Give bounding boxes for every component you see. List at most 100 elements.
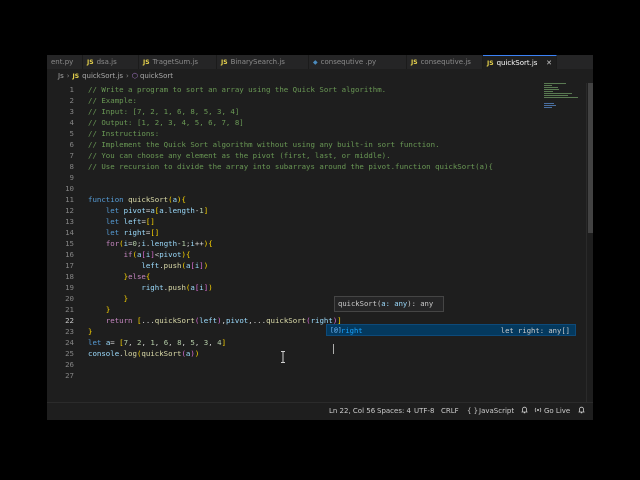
code-text: return [...quickSort(left),pivot,...quic… [105,316,342,325]
code-line[interactable]: 5 // Instructions: [47,128,593,139]
code-text: // Implement the Quick Sort algorithm wi… [88,140,440,149]
code-line[interactable]: 18 }else{ [47,271,593,282]
breadcrumb-folder[interactable]: Js [58,72,64,80]
code-editor[interactable]: 1 // Write a program to sort an array usi… [47,83,593,402]
breadcrumb-file[interactable]: quickSort.js [82,72,123,80]
code-line[interactable]: 17 left.push(a[i]) [47,260,593,271]
line-number: 4 [69,118,74,127]
autocomplete-suggestion[interactable]: [@] right let right: any[] [326,324,576,336]
javascript-file-icon: JS [143,59,150,66]
code-line[interactable]: 6 // Implement the Quick Sort algorithm w… [47,139,593,150]
code-text: } [123,294,129,303]
notifications-bell-icon[interactable] [578,403,585,420]
code-line[interactable]: 24 let a= [7, 2, 1, 6, 8, 5, 3, 4] [47,337,593,348]
breadcrumb-symbol[interactable]: quickSort [140,72,173,80]
line-number: 27 [65,371,74,380]
code-line[interactable]: 3 // Input: [7, 2, 1, 6, 8, 5, 3, 4] [47,106,593,117]
text-cursor [333,344,334,354]
code-line[interactable]: 25 console.log(quickSort(a)) [47,348,593,359]
language-mode[interactable]: JavaScript [479,403,514,420]
code-text: // You can choose any element as the piv… [88,151,391,160]
suggestion-label: right [341,326,363,335]
tab-ent-py[interactable]: ent.py [47,55,83,69]
suggestion-detail: let right: any[] [500,326,570,335]
javascript-file-icon: JS [411,59,418,66]
code-text: if(a[i]<pivot){ [123,250,191,259]
code-text: let a= [7, 2, 1, 6, 8, 5, 3, 4] [88,338,227,347]
line-number: 14 [65,228,74,237]
vscode-window: ent.py JS dsa.js JS TragetSum.js JS BinaryS… [47,55,593,420]
line-number: 21 [65,305,74,314]
line-number: 10 [65,184,74,193]
tab-consequtive-py[interactable]: ◆ consequtive .py [309,55,407,69]
javascript-file-icon: JS [487,60,494,67]
vertical-scrollbar[interactable] [586,83,593,402]
line-number: 17 [65,261,74,270]
code-line[interactable]: 4 // Output: [1, 2, 3, 4, 5, 6, 7, 8] [47,117,593,128]
code-line[interactable]: 13 let left=[] [47,216,593,227]
line-number: 19 [65,283,74,292]
tab-quicksort-js[interactable]: JS quickSort.js ✕ [483,55,557,69]
tab-targetsum-js[interactable]: JS TragetSum.js [139,55,217,69]
line-number: 3 [69,107,74,116]
indentation-setting[interactable]: Spaces: 4 [377,403,411,420]
line-number: 9 [69,173,74,182]
parameter-hint-popup: quickSort(a: any): any [334,296,444,312]
code-text: } [105,305,111,314]
javascript-file-icon: JS [72,73,80,80]
code-line[interactable]: 20 } [47,293,593,304]
encoding-setting[interactable]: UTF-8 [414,403,434,420]
breadcrumb: Js › JS quickSort.js › ⬡ quickSort [47,69,593,83]
code-line[interactable]: 14 let right=[] [47,227,593,238]
go-live-button[interactable]: Go Live [544,403,570,420]
tab-consequtive-js[interactable]: JS consequtive.js [407,55,483,69]
line-number: 25 [65,349,74,358]
line-number: 5 [69,129,74,138]
minimap[interactable] [544,83,584,123]
scrollbar-thumb[interactable] [588,83,593,233]
line-number: 1 [69,85,74,94]
code-text: left.push(a[i]) [141,261,209,270]
code-line[interactable]: 16 if(a[i]<pivot){ [47,249,593,260]
code-line[interactable]: 1 // Write a program to sort an array usi… [47,84,593,95]
code-line[interactable]: 11 function quickSort(a){ [47,194,593,205]
code-line[interactable]: 27 [47,370,593,381]
code-line[interactable]: 2 // Example: [47,95,593,106]
line-number: 13 [65,217,74,226]
code-text: // Example: [88,96,137,105]
code-line[interactable]: 26 [47,359,593,370]
chevron-right-icon: › [66,72,70,80]
line-number: 11 [65,195,74,204]
close-icon[interactable]: ✕ [546,56,552,69]
bell-icon[interactable] [521,403,528,420]
code-text: let pivot=a[a.length-1] [105,206,209,215]
code-line[interactable]: 15 for(i=0;i.length-1;i++){ [47,238,593,249]
tab-dsa-js[interactable]: JS dsa.js [83,55,139,69]
status-bar: Ln 22, Col 56 Spaces: 4 UTF-8 CRLF { } J… [47,402,593,420]
code-text: console.log(quickSort(a)) [88,349,200,358]
code-line[interactable]: 8 // Use recursion to divide the array in… [47,161,593,172]
code-text: }else{ [123,272,151,281]
line-ending-setting[interactable]: CRLF [441,403,459,420]
broadcast-icon [534,403,542,420]
line-number: 6 [69,140,74,149]
code-line[interactable]: 7 // You can choose any element as the pi… [47,150,593,161]
tab-label: TragetSum.js [152,58,198,66]
code-text: // Use recursion to divide the array int… [88,162,493,171]
code-line[interactable]: 21 } [47,304,593,315]
chevron-right-icon: › [126,72,129,80]
tab-label: quickSort.js [496,59,538,67]
code-text: // Input: [7, 2, 1, 6, 8, 5, 3, 4] [88,107,240,116]
tab-label: consequtive .py [320,58,377,66]
line-number: 15 [65,239,74,248]
code-line[interactable]: 19 right.push(a[i]) [47,282,593,293]
code-line[interactable]: 12 let pivot=a[a.length-1] [47,205,593,216]
code-line[interactable]: 10 [47,183,593,194]
mouse-ibeam-cursor-icon [281,351,285,363]
tab-label: BinarySearch.js [230,58,285,66]
code-text: for(i=0;i.length-1;i++){ [105,239,213,248]
cursor-position[interactable]: Ln 22, Col 56 [329,403,375,420]
javascript-file-icon: JS [221,59,228,66]
tab-binarysearch-js[interactable]: JS BinarySearch.js [217,55,309,69]
code-line[interactable]: 9 [47,172,593,183]
